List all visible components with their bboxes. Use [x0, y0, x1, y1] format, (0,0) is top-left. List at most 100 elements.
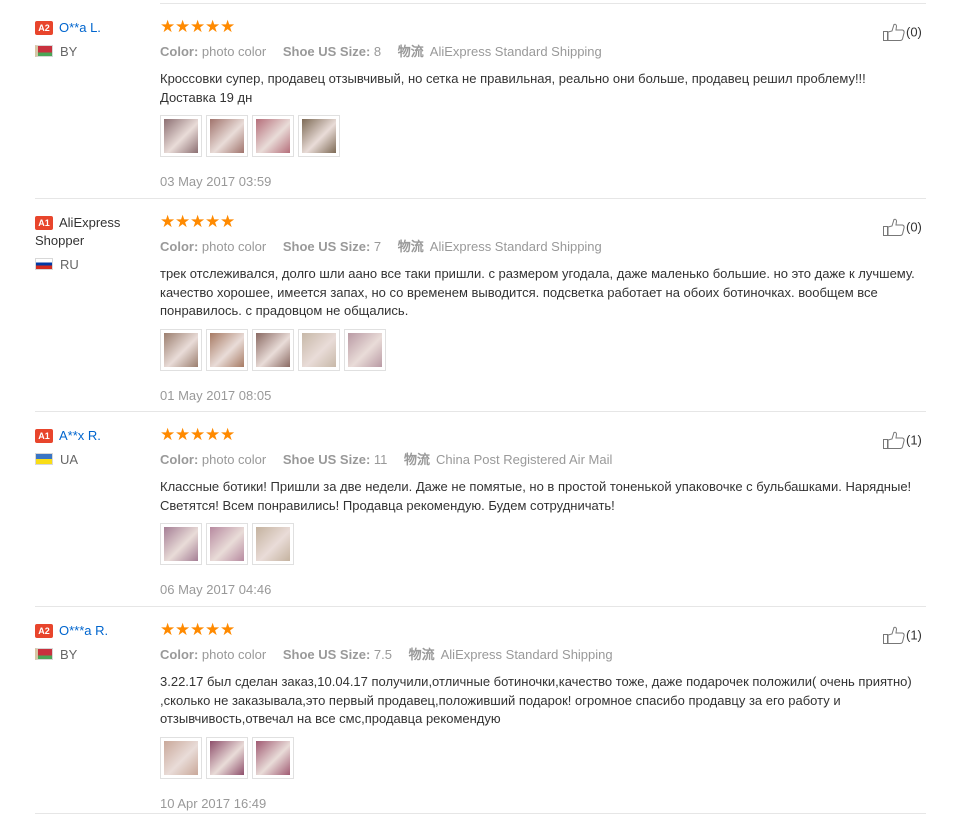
review-photos	[160, 523, 880, 567]
size-value: 7.5	[373, 647, 392, 662]
helpful-count: (0)	[906, 219, 922, 235]
review-user: A2 O***a R. BY	[35, 622, 145, 663]
buyer-level-badge: A2	[35, 624, 53, 638]
thumbs-up-icon	[883, 23, 905, 41]
review-photo-thumbnail[interactable]	[252, 523, 294, 565]
helpful-count: (1)	[906, 627, 922, 643]
star-icon: ★	[175, 620, 191, 639]
color-label: Color:	[160, 239, 199, 254]
country-flag-icon	[35, 258, 53, 270]
review-item: A1 AliExpress Shopper RU ★★★★★ Color: pho…	[0, 199, 963, 412]
helpful-vote-button[interactable]: (1)	[882, 625, 942, 645]
size-label: Shoe US Size:	[282, 44, 371, 59]
color-label: Color:	[160, 452, 199, 467]
star-icon: ★	[205, 425, 221, 444]
review-photo-thumbnail[interactable]	[206, 523, 248, 565]
color-value: photo color	[201, 452, 267, 467]
color-value: photo color	[201, 44, 267, 59]
color-label: Color:	[160, 647, 199, 662]
helpful-count: (0)	[906, 24, 922, 40]
shipping-value: AliExpress Standard Shipping	[429, 239, 602, 254]
country-code: BY	[60, 44, 78, 59]
user-name-link[interactable]: A**x R.	[59, 428, 101, 443]
star-icon: ★	[190, 212, 206, 231]
star-icon: ★	[220, 212, 236, 231]
user-name-link[interactable]: O***a R.	[59, 623, 108, 638]
star-rating: ★★★★★	[160, 17, 880, 36]
thumbs-up-icon	[883, 218, 905, 236]
user-name-link[interactable]: O**a L.	[59, 20, 101, 35]
color-value: photo color	[201, 239, 267, 254]
shipping-value: China Post Registered Air Mail	[436, 452, 613, 467]
review-photo-thumbnail[interactable]	[252, 328, 294, 371]
review-body: ★★★★★ Color: photo color Shoe US Size: 8…	[160, 17, 880, 190]
review-photo-thumbnail[interactable]	[206, 736, 248, 779]
helpful-vote-button[interactable]: (0)	[882, 217, 942, 237]
review-date: 10 Apr 2017 16:49	[160, 795, 267, 811]
star-icon: ★	[190, 425, 206, 444]
country-flag-icon	[35, 453, 53, 465]
review-photo-thumbnail[interactable]	[252, 115, 294, 157]
helpful-vote-button[interactable]: (1)	[882, 430, 942, 450]
review-photo-thumbnail[interactable]	[298, 115, 340, 157]
country-flag-icon	[35, 648, 53, 660]
helpful-vote-button[interactable]: (0)	[882, 22, 942, 42]
review-photo-thumbnail[interactable]	[160, 328, 202, 371]
size-value: 8	[373, 44, 382, 59]
order-attributes: Color: photo color Shoe US Size: 8 物流 Ali…	[160, 44, 880, 60]
star-icon: ★	[220, 425, 236, 444]
star-icon: ★	[160, 425, 176, 444]
review-body: ★★★★★ Color: photo color Shoe US Size: 7…	[160, 212, 915, 404]
star-icon: ★	[160, 620, 176, 639]
review-photo-thumbnail[interactable]	[206, 115, 248, 157]
size-label: Shoe US Size:	[282, 452, 371, 467]
review-photo-thumbnail[interactable]	[344, 328, 386, 371]
buyer-level-badge: A2	[35, 21, 53, 35]
review-user: A1 AliExpress Shopper RU	[35, 214, 145, 273]
review-photos	[160, 115, 880, 159]
thumbs-up-icon	[883, 431, 905, 449]
order-attributes: Color: photo color Shoe US Size: 7 物流 Ali…	[160, 239, 880, 255]
review-photo-thumbnail[interactable]	[160, 523, 202, 565]
star-icon: ★	[190, 17, 206, 36]
review-body: ★★★★★ Color: photo color Shoe US Size: 7…	[160, 620, 912, 812]
review-item: A1 A**x R. UA ★★★★★ Color: photo color Sh…	[0, 412, 963, 607]
review-photo-thumbnail[interactable]	[252, 736, 294, 779]
star-icon: ★	[220, 17, 236, 36]
review-photo-thumbnail[interactable]	[160, 115, 202, 157]
review-item: A2 O**a L. BY ★★★★★ Color: photo color Sh…	[0, 4, 963, 199]
order-attributes: Color: photo color Shoe US Size: 11 物流 Ch…	[160, 452, 880, 468]
color-label: Color:	[160, 44, 199, 59]
feedback-list: A2 O**a L. BY ★★★★★ Color: photo color Sh…	[0, 0, 963, 817]
country-code: RU	[60, 257, 79, 272]
size-value: 11	[373, 452, 388, 467]
star-icon: ★	[175, 212, 191, 231]
star-rating: ★★★★★	[160, 425, 880, 444]
shipping-label: 物流	[408, 647, 435, 662]
review-photo-thumbnail[interactable]	[160, 736, 202, 779]
shipping-value: AliExpress Standard Shipping	[429, 44, 602, 59]
star-icon: ★	[205, 620, 221, 639]
review-divider	[35, 813, 926, 814]
review-photos	[160, 328, 880, 373]
shipping-label: 物流	[397, 44, 424, 59]
size-label: Shoe US Size:	[282, 239, 371, 254]
country-code: UA	[60, 452, 79, 467]
review-user: A1 A**x R. UA	[35, 427, 145, 468]
country-flag-icon	[35, 45, 53, 57]
review-photo-thumbnail[interactable]	[206, 328, 248, 371]
review-photo-thumbnail[interactable]	[298, 328, 340, 371]
star-rating: ★★★★★	[160, 620, 880, 639]
review-date: 06 May 2017 04:46	[160, 582, 272, 597]
buyer-level-badge: A1	[35, 216, 53, 230]
buyer-level-badge: A1	[35, 429, 53, 443]
shipping-label: 物流	[397, 239, 424, 254]
size-label: Shoe US Size:	[282, 647, 371, 662]
star-icon: ★	[205, 212, 221, 231]
order-attributes: Color: photo color Shoe US Size: 7.5 物流 A…	[160, 647, 880, 663]
star-icon: ★	[205, 17, 221, 36]
star-icon: ★	[175, 425, 191, 444]
star-icon: ★	[220, 620, 236, 639]
star-icon: ★	[160, 212, 176, 231]
color-value: photo color	[201, 647, 267, 662]
